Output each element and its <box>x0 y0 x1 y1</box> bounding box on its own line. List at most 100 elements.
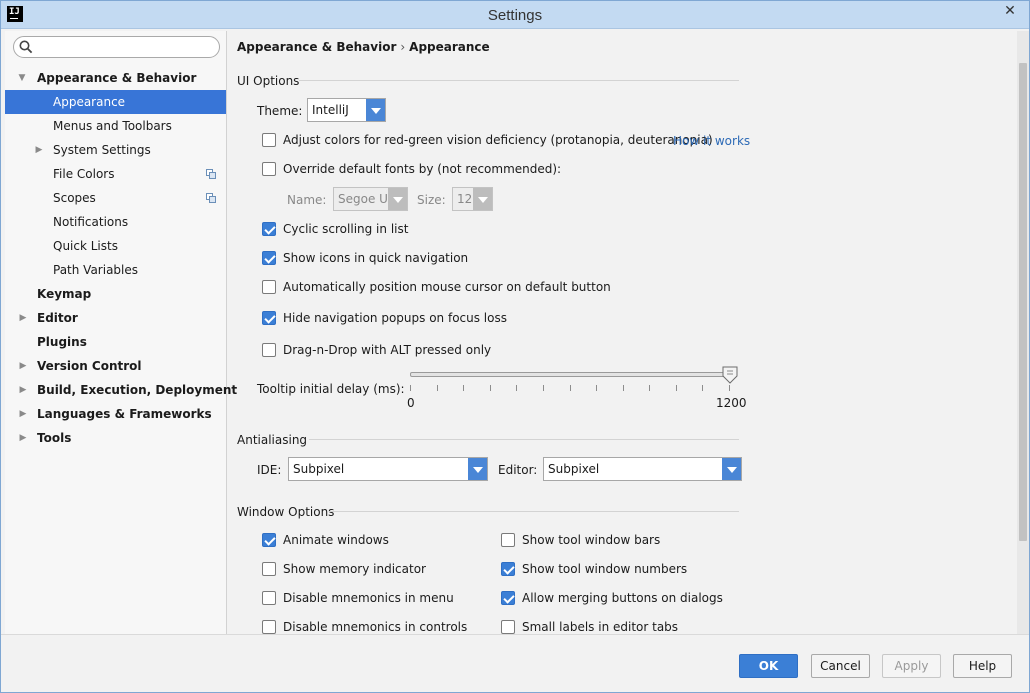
checkbox-box[interactable] <box>262 619 276 634</box>
ide-label: IDE: <box>257 463 282 477</box>
search-input[interactable] <box>38 39 213 55</box>
project-settings-icon <box>206 169 216 179</box>
checkbox-box[interactable] <box>262 590 276 605</box>
show-memory-indicator-checkbox[interactable]: Show memory indicator <box>262 561 426 579</box>
show-icons-checkbox[interactable]: Show icons in quick navigation <box>262 250 468 268</box>
auto-mouse-checkbox[interactable]: Automatically position mouse cursor on d… <box>262 279 611 297</box>
checkbox-label: Show tool window numbers <box>522 562 688 576</box>
sidebar-item-label: Build, Execution, Deployment <box>37 383 238 397</box>
tooltip-min-label: 0 <box>407 396 415 410</box>
sidebar-item-keymap[interactable]: Keymap <box>5 282 226 306</box>
sidebar-item-tools[interactable]: ▶ Tools <box>5 426 226 450</box>
editor-antialiasing-select[interactable]: Subpixel <box>543 457 742 481</box>
apply-button[interactable]: Apply <box>882 654 941 678</box>
sidebar-item-notifications[interactable]: Notifications <box>5 210 226 234</box>
content-scrollbar[interactable] <box>1017 31 1029 634</box>
how-it-works-link[interactable]: How it works <box>673 134 750 148</box>
slider-tick <box>729 385 730 391</box>
checkbox-box[interactable] <box>501 590 515 605</box>
checkbox-box[interactable] <box>262 279 276 294</box>
sidebar-item-quick-lists[interactable]: Quick Lists <box>5 234 226 258</box>
collapsed-arrow-icon[interactable]: ▶ <box>18 378 28 402</box>
checkbox-box[interactable] <box>262 342 276 357</box>
show-tool-window-numbers-checkbox[interactable]: Show tool window numbers <box>501 561 687 579</box>
checkbox-label: Drag-n-Drop with ALT pressed only <box>283 343 492 357</box>
checkbox-label: Small labels in editor tabs <box>522 620 679 634</box>
sidebar-item-path-variables[interactable]: Path Variables <box>5 258 226 282</box>
sidebar-item-languages-frameworks[interactable]: ▶ Languages & Frameworks <box>5 402 226 426</box>
breadcrumb: Appearance & Behavior › Appearance <box>237 40 490 54</box>
breadcrumb-parent[interactable]: Appearance & Behavior <box>237 40 396 54</box>
sidebar-item-file-colors[interactable]: File Colors <box>5 162 226 186</box>
checkbox-box[interactable] <box>262 250 276 265</box>
chevron-down-icon[interactable] <box>468 458 487 480</box>
checkbox-box[interactable] <box>262 161 276 176</box>
section-divider <box>299 80 739 81</box>
checkbox-box[interactable] <box>262 561 276 576</box>
sidebar-item-label: System Settings <box>53 143 151 157</box>
disable-mnemonics-menu-checkbox[interactable]: Disable mnemonics in menu <box>262 590 454 608</box>
theme-label: Theme: <box>257 104 303 118</box>
expanded-arrow-icon[interactable]: ▼ <box>17 66 27 90</box>
cancel-button[interactable]: Cancel <box>811 654 870 678</box>
font-size-select[interactable]: 12 <box>452 187 493 211</box>
sidebar-item-version-control[interactable]: ▶ Version Control <box>5 354 226 378</box>
collapsed-arrow-icon[interactable]: ▶ <box>34 138 44 162</box>
checkbox-label: Automatically position mouse cursor on d… <box>283 280 611 294</box>
checkbox-box[interactable] <box>262 221 276 236</box>
collapsed-arrow-icon[interactable]: ▶ <box>18 354 28 378</box>
checkbox-box[interactable] <box>262 310 276 325</box>
title-bar[interactable]: IJ Settings ✕ <box>1 1 1029 29</box>
allow-merging-buttons-checkbox[interactable]: Allow merging buttons on dialogs <box>501 590 723 608</box>
window-title: Settings <box>487 7 543 24</box>
sidebar-item-label: Scopes <box>53 191 96 205</box>
adjust-colors-checkbox[interactable]: Adjust colors for red-green vision defic… <box>262 132 713 150</box>
chevron-down-icon[interactable] <box>366 99 385 121</box>
settings-search[interactable] <box>13 36 220 58</box>
checkbox-label: Animate windows <box>283 533 389 547</box>
sidebar-item-editor[interactable]: ▶ Editor <box>5 306 226 330</box>
collapsed-arrow-icon[interactable]: ▶ <box>18 306 28 330</box>
cyclic-scrolling-checkbox[interactable]: Cyclic scrolling in list <box>262 221 408 239</box>
settings-sidebar: ▼ Appearance & Behavior Appearance Menus… <box>5 31 238 634</box>
sidebar-item-label: Menus and Toolbars <box>53 119 172 133</box>
help-button[interactable]: Help <box>953 654 1012 678</box>
sidebar-item-menus-toolbars[interactable]: Menus and Toolbars <box>5 114 226 138</box>
font-size-label: Size: <box>417 193 446 207</box>
show-tool-window-bars-checkbox[interactable]: Show tool window bars <box>501 532 660 550</box>
font-name-select[interactable]: Segoe UI <box>333 187 408 211</box>
chevron-down-icon[interactable] <box>722 458 741 480</box>
override-fonts-checkbox[interactable]: Override default fonts by (not recommend… <box>262 161 561 179</box>
sidebar-item-plugins[interactable]: Plugins <box>5 330 226 354</box>
slider-thumb[interactable] <box>722 366 738 384</box>
checkbox-box[interactable] <box>501 561 515 576</box>
sidebar-item-scopes[interactable]: Scopes <box>5 186 226 210</box>
collapsed-arrow-icon[interactable]: ▶ <box>18 426 28 450</box>
sidebar-item-system-settings[interactable]: ▶ System Settings <box>5 138 226 162</box>
hide-popups-checkbox[interactable]: Hide navigation popups on focus loss <box>262 310 507 328</box>
ok-button[interactable]: OK <box>739 654 798 678</box>
theme-select[interactable]: IntelliJ <box>307 98 386 122</box>
scrollbar-thumb[interactable] <box>1019 63 1027 541</box>
tooltip-delay-slider[interactable] <box>410 372 730 377</box>
sidebar-item-label: Appearance <box>53 95 126 109</box>
chevron-down-icon[interactable] <box>388 188 407 210</box>
checkbox-box[interactable] <box>501 532 515 547</box>
checkbox-box[interactable] <box>262 532 276 547</box>
drag-drop-checkbox[interactable]: Drag-n-Drop with ALT pressed only <box>262 342 491 360</box>
checkbox-box[interactable] <box>262 132 276 147</box>
sidebar-item-appearance-behavior[interactable]: ▼ Appearance & Behavior <box>5 66 226 90</box>
sidebar-item-label: Version Control <box>37 359 142 373</box>
animate-windows-checkbox[interactable]: Animate windows <box>262 532 389 550</box>
settings-content: Appearance & Behavior › Appearance UI Opti… <box>227 31 1017 634</box>
ide-antialiasing-select[interactable]: Subpixel <box>288 457 488 481</box>
close-icon[interactable]: ✕ <box>995 1 1025 21</box>
chevron-down-icon[interactable] <box>473 188 492 210</box>
collapsed-arrow-icon[interactable]: ▶ <box>18 402 28 426</box>
editor-label: Editor: <box>498 463 538 477</box>
checkbox-label: Hide navigation popups on focus loss <box>283 311 507 325</box>
ide-antialiasing-value: Subpixel <box>293 462 345 476</box>
sidebar-item-appearance[interactable]: Appearance <box>5 90 226 114</box>
checkbox-box[interactable] <box>501 619 515 634</box>
sidebar-item-build-execution-deployment[interactable]: ▶ Build, Execution, Deployment <box>5 378 238 402</box>
